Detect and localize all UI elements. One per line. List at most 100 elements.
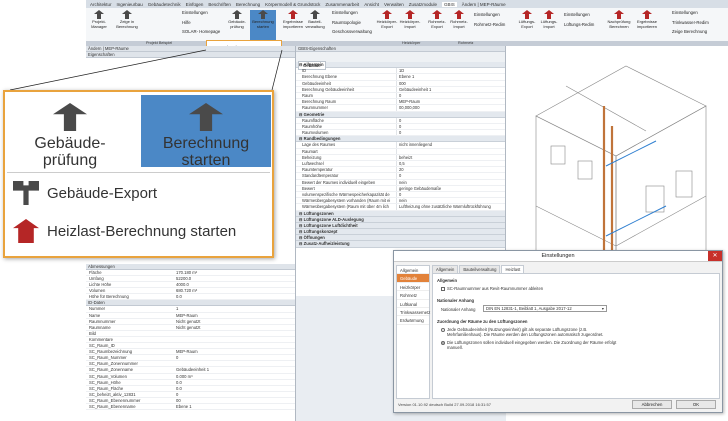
building-check-button[interactable]: Gebäude- prüfung [226, 10, 248, 29]
building-check-icon-large [53, 103, 87, 131]
annex-select-value: DIN EN 12831-1, Beiblatt 1, Ausgabe 2017… [486, 306, 572, 311]
radio-row-1[interactable]: Jede Gebäudeeinheit (Nutzungseinheit) gi… [441, 327, 621, 337]
homepage-small-button[interactable]: SOLAR- Homepage [182, 29, 220, 34]
gbis-property-value: Luftheizung ohne zusätzliche Warmluftrüc… [396, 204, 505, 210]
property-key: Fläche [89, 270, 102, 275]
water-calc-button[interactable]: Nachprüfung Berechnen [606, 10, 632, 29]
ribbon-tab[interactable]: Ändern | MEP-Räume [462, 2, 506, 7]
dialog-sidebar-item[interactable]: Gebäude [397, 274, 429, 283]
zoom-building-check-button[interactable]: Gebäude- prüfung [5, 95, 135, 169]
room-layout-button[interactable]: Raumtopologie [332, 20, 361, 25]
help-small-button[interactable]: Hilfe [182, 20, 191, 25]
settings4-button[interactable]: Einstellungen [564, 12, 590, 17]
zoom-calc-start-button[interactable]: Berechnung starten [141, 95, 271, 169]
heater-import-button[interactable]: Heizkörper- Import [399, 10, 421, 29]
ok-button[interactable]: OK [676, 400, 716, 409]
radio-manual[interactable] [441, 341, 445, 345]
section-zone-assignment: Zuordnung der Räume zu den Lüftungszonen [437, 319, 528, 324]
radio-auto[interactable] [441, 328, 445, 332]
show-calc-button[interactable]: Zeige Berechnung [672, 29, 707, 34]
gbis-property-key: Wärmeübergabesystem (Raum mit über 4m li… [302, 204, 389, 210]
property-key: SC_Raum_Zonenname [89, 367, 133, 373]
ribbon-tab[interactable]: Verwalten [384, 2, 404, 7]
settings5-button[interactable]: Einstellungen [672, 10, 698, 15]
property-key: SC_Raum_Ebenennummer [89, 397, 141, 403]
property-key: Höhe für Berechnung [89, 294, 129, 300]
dialog-sidebar-item[interactable]: Heizkörper [397, 283, 429, 292]
gbis-property-value: 0 [396, 117, 505, 123]
ribbon-tab[interactable]: Gebäudetechnik [148, 2, 181, 7]
heater-import-icon [405, 10, 415, 19]
ribbon-tab[interactable]: Beschriften [208, 2, 231, 7]
property-key: SC_Raum_Nummer [89, 355, 127, 361]
dialog-sidebar-item[interactable]: Erdwärmung [397, 316, 429, 325]
calc-start-label: Berechnung starten [252, 19, 274, 29]
ribbon-tab[interactable]: Ingenieurbau [117, 2, 143, 7]
heater-export-button[interactable]: Heizkörper- Export [376, 10, 398, 29]
pipe-redim-button[interactable]: Rohrnetz-Redim [474, 22, 505, 27]
gbis-property-value: nein [396, 198, 505, 204]
close-icon[interactable]: ✕ [708, 251, 722, 261]
show-in-calc-label: Zeige in Berechnung [116, 19, 138, 29]
ribbon-tab[interactable]: Berechnung [236, 2, 260, 7]
property-key: Kommentare [89, 336, 113, 342]
gbis-section-header[interactable]: ⊟ Zusatz-Aufheizleistung [296, 241, 505, 248]
property-key: Nummer [89, 306, 106, 312]
building-check-icon [232, 10, 242, 19]
dialog-sidebar-item[interactable]: Trinkwassernetz [397, 308, 430, 317]
dialog-sidebar-item[interactable]: Luftkanal [397, 300, 429, 308]
settings-small-button[interactable]: Einstellungen [182, 10, 208, 15]
radio-manual-label: Die Lüftungszonen sollen individuell ein… [447, 340, 617, 350]
chevron-down-icon: ▾ [601, 306, 604, 311]
cancel-button[interactable]: Abbrechen [632, 400, 672, 409]
project-manager-button[interactable]: Projekt- Manager [88, 10, 110, 29]
ribbon-tab[interactable]: Einfügen [186, 2, 204, 7]
floor-manage-button[interactable]: Geschossverwaltung [332, 29, 372, 34]
gbis-property-key: Berechnung Gebäudeeinheit [302, 86, 355, 92]
gbis-property-value: 00,000,000 [396, 105, 505, 111]
gbis-property-value: 0 [396, 92, 505, 99]
dialog-sidebar-item[interactable]: Allgemein [397, 266, 429, 275]
component-management-label: Bauteil- verwaltung [305, 19, 325, 29]
calc-start-button[interactable]: Berechnung starten [250, 10, 276, 41]
property-value: 00 [176, 397, 181, 403]
dialog-footer: Version 01.10.92 deutsch Build 27.09.201… [396, 400, 720, 409]
dialog-sidebar-item[interactable]: Rohrnetz [397, 291, 429, 300]
property-value: 4000.0 [176, 282, 189, 288]
pipe-export-icon [432, 10, 442, 19]
zoom-item-heatload-start[interactable]: Heizlast-Berechnung starten [13, 216, 273, 246]
zoom-item-heatload-start-label: Heizlast-Berechnung starten [47, 222, 237, 240]
property-key: Raumnummer [89, 318, 116, 324]
ribbon-tab[interactable]: Ansicht [364, 2, 379, 7]
drink-redim-button[interactable]: Trinkwasser-Redim [672, 20, 709, 25]
property-row[interactable]: SC_Raum_Ebenenname Ebene 1 [86, 404, 295, 411]
results2-button[interactable]: Ergebnisse importieren [634, 10, 660, 29]
ribbon-tab[interactable]: Architektur [90, 2, 112, 7]
room-number-checkbox-row[interactable]: SC-Raumnummer aus Revit-Raumnummer ablei… [441, 286, 543, 291]
ribbon-tab[interactable]: Körpermodell & Grundstück [265, 2, 320, 7]
results-import-label: Ergebnisse importieren [282, 19, 303, 29]
ribbon-tab[interactable]: GBIS [441, 1, 457, 7]
pipe-import-button[interactable]: Rohrnetz- Import [448, 10, 470, 29]
settings2-button[interactable]: Einstellungen [332, 10, 358, 15]
vent-export-label: Lüftungs- Export [518, 19, 536, 29]
gbis-property-value: 0,5 [396, 161, 505, 167]
annex-label: Nationaler Anhang [441, 307, 476, 312]
room-number-checkbox[interactable] [441, 286, 445, 291]
vent-export-button[interactable]: Lüftungs- Export [516, 10, 538, 29]
results-import-button[interactable]: Ergebnisse importieren [282, 10, 304, 29]
zoom-item-building-export[interactable]: Gebäude-Export [13, 178, 273, 208]
component-management-button[interactable]: Bauteil- verwaltung [304, 10, 326, 29]
radio-row-2[interactable]: Die Lüftungszonen sollen individuell ein… [441, 340, 621, 350]
gbis-property-key: Raumnummer [302, 105, 328, 111]
annex-select[interactable]: DIN EN 12831-1, Beiblatt 1, Ausgabe 2017… [483, 305, 607, 312]
vent-redim-button[interactable]: Lüftungs-Redim [564, 22, 594, 27]
pipe-export-button[interactable]: Rohrnetz- Export [426, 10, 448, 29]
settings3-button[interactable]: Einstellungen [474, 12, 500, 17]
property-key: Umfang [89, 276, 104, 282]
vent-import-button[interactable]: Lüftungs- Import [538, 10, 560, 29]
ribbon-tab[interactable]: Zusatzmodule [409, 2, 437, 7]
ribbon-tab[interactable]: Zusammenarbeit [325, 2, 359, 7]
gbis-property-value: Ebene 1 [396, 74, 505, 80]
show-in-calc-button[interactable]: Zeige in Berechnung [113, 10, 141, 29]
